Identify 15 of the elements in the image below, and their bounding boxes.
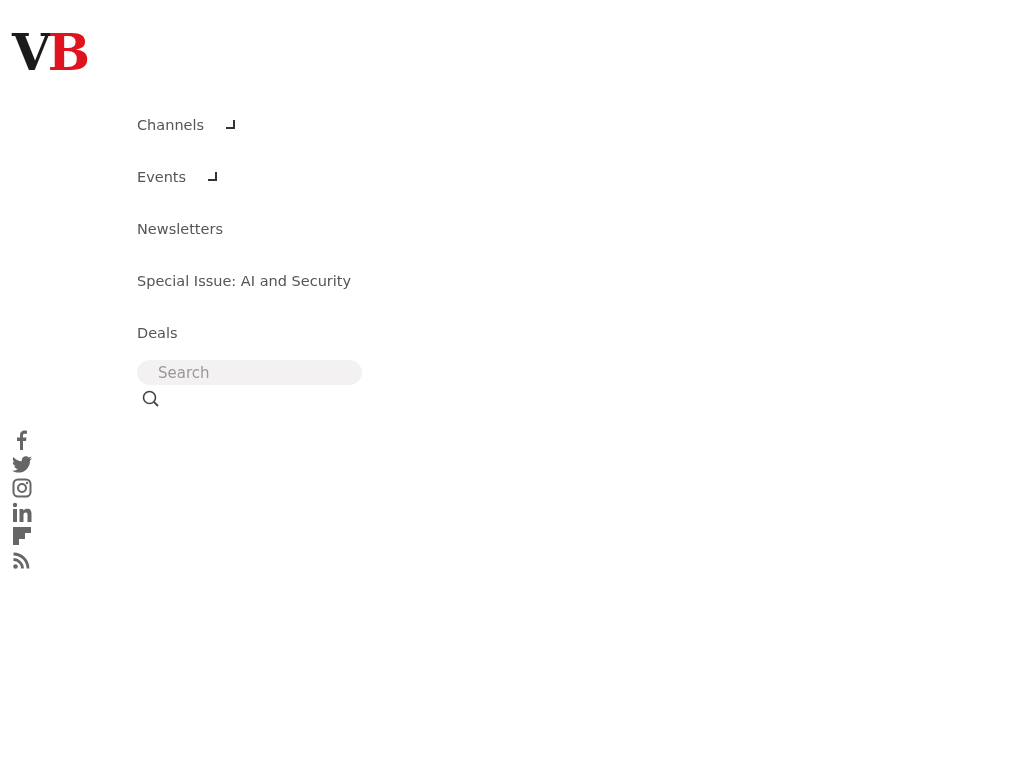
camera-icon[interactable]: [12, 478, 32, 498]
rss-icon[interactable]: [12, 550, 32, 570]
search-field[interactable]: Search: [137, 360, 362, 385]
dropdown-icon[interactable]: [226, 119, 236, 129]
linkedin-icon[interactable]: [12, 502, 32, 522]
flipboard-icon[interactable]: [12, 526, 32, 546]
logo[interactable]: VB: [12, 30, 88, 76]
nav-link[interactable]: Deals: [137, 323, 178, 345]
nav-link[interactable]: Channels: [137, 115, 205, 137]
nav-link[interactable]: Newsletters: [137, 219, 223, 241]
nav-link[interactable]: Events: [137, 167, 187, 189]
nav-link[interactable]: Special Issue: AI and Security: [137, 271, 352, 293]
twitter-icon[interactable]: [12, 454, 32, 474]
dropdown-icon[interactable]: [208, 171, 218, 181]
search-icon[interactable]: [142, 389, 160, 408]
